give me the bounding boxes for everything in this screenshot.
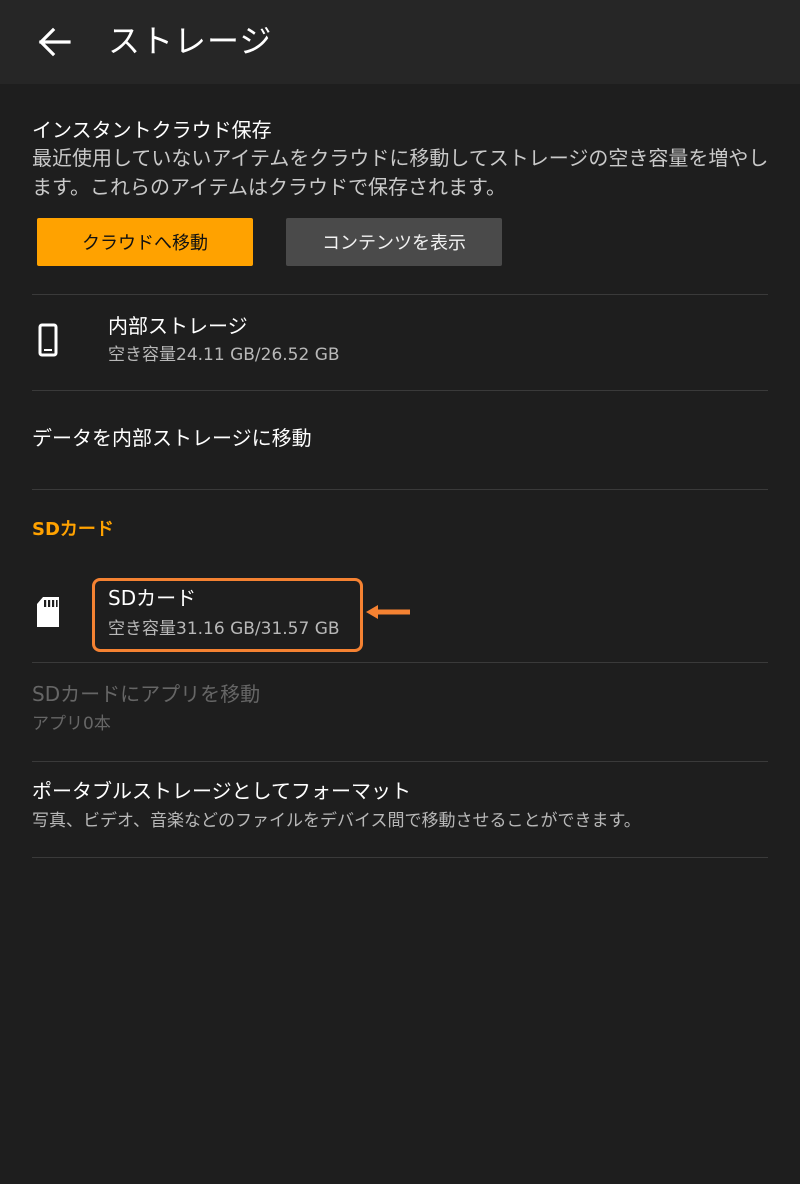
divider (32, 489, 768, 490)
move-to-internal-row[interactable]: データを内部ストレージに移動 (0, 391, 800, 489)
cloud-save-description: 最近使用していないアイテムをクラウドに移動してストレージの空き容量を増やします。… (32, 146, 769, 199)
internal-storage-row[interactable]: 内部ストレージ 空き容量24.11 GB/26.52 GB (0, 295, 800, 390)
sd-card-icon (34, 594, 62, 630)
annotation-highlight-box (92, 578, 363, 652)
storage-settings-screen: ストレージ インスタントクラウド保存 最近使用していないアイテムをクラウドに移動… (0, 0, 800, 1184)
format-portable-title: ポータブルストレージとしてフォーマット (32, 779, 411, 803)
format-portable-description: 写真、ビデオ、音楽などのファイルをデバイス間で移動させることができます。 (32, 811, 641, 831)
move-to-internal-title: データを内部ストレージに移動 (32, 426, 312, 450)
move-apps-to-sd-row[interactable]: SDカードにアプリを移動 アプリ0本 (0, 663, 800, 761)
page-title: ストレージ (108, 22, 273, 60)
view-content-button[interactable]: コンテンツを表示 (286, 218, 502, 266)
arrow-left-icon (38, 27, 71, 57)
phone-icon (34, 322, 62, 358)
move-to-cloud-button[interactable]: クラウドへ移動 (37, 218, 253, 266)
internal-storage-title: 内部ストレージ (108, 314, 248, 338)
app-header: ストレージ (0, 0, 800, 84)
back-button[interactable] (30, 20, 78, 64)
divider (32, 857, 768, 858)
move-apps-to-sd-count: アプリ0本 (32, 714, 111, 734)
annotation-arrow-icon (366, 605, 410, 619)
format-portable-row[interactable]: ポータブルストレージとしてフォーマット 写真、ビデオ、音楽などのファイルをデバイ… (0, 762, 800, 857)
move-apps-to-sd-title: SDカードにアプリを移動 (32, 682, 261, 706)
cloud-save-title: インスタントクラウド保存 (32, 118, 272, 142)
sd-section-header: SDカード (32, 519, 114, 540)
internal-storage-free-space: 空き容量24.11 GB/26.52 GB (108, 345, 340, 365)
